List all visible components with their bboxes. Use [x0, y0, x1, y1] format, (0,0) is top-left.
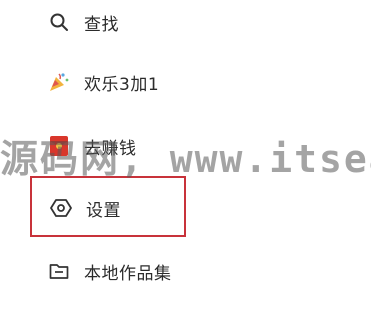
- menu-item-label: 欢乐3加1: [84, 74, 160, 95]
- menu-item-local-works[interactable]: 本地作品集: [48, 249, 172, 293]
- folder-icon: [48, 260, 70, 282]
- side-menu: 查找 欢乐3加1 去赚钱 设置 本地作品集 源码网, www.itse: [0, 0, 371, 311]
- search-icon: [48, 11, 70, 33]
- menu-item-label: 本地作品集: [84, 263, 172, 284]
- settings-highlight-box: [30, 176, 186, 237]
- menu-item-happy-3-plus-1[interactable]: 欢乐3加1: [48, 60, 159, 104]
- menu-item-search[interactable]: 查找: [48, 0, 119, 44]
- watermark-text: 源码网, www.itsear: [0, 137, 371, 181]
- menu-item-label: 查找: [84, 14, 119, 35]
- party-popper-icon: [48, 71, 70, 93]
